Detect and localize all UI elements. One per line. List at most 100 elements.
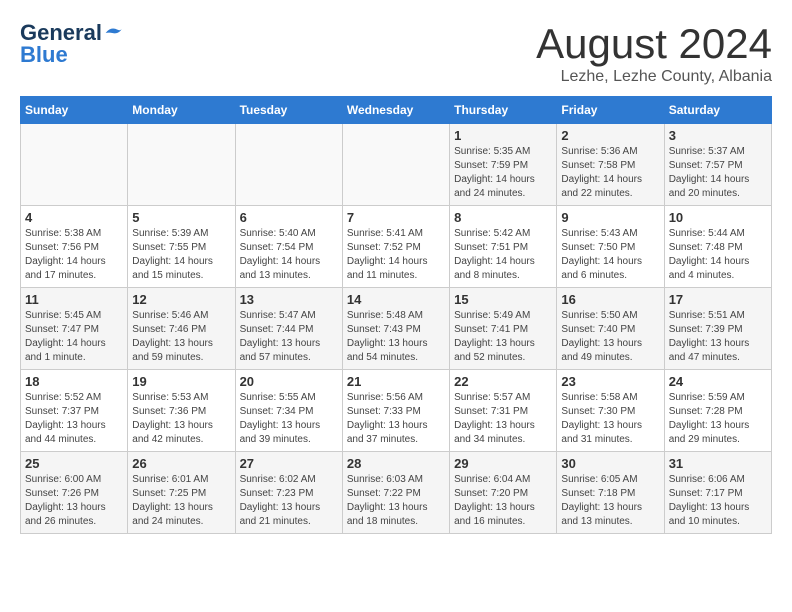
col-header-wednesday: Wednesday [342,97,449,124]
day-info: Sunrise: 5:59 AM Sunset: 7:28 PM Dayligh… [669,391,767,447]
day-info: Sunrise: 5:42 AM Sunset: 7:51 PM Dayligh… [454,227,552,283]
day-number: 23 [561,374,659,389]
calendar-cell [235,124,342,206]
day-number: 16 [561,292,659,307]
calendar-cell: 31 Sunrise: 6:06 AM Sunset: 7:17 PM Dayli… [664,452,771,534]
calendar-cell: 17 Sunrise: 5:51 AM Sunset: 7:39 PM Dayli… [664,288,771,370]
calendar-cell: 9Sunrise: 5:43 AM Sunset: 7:50 PM Daylig… [557,206,664,288]
col-header-tuesday: Tuesday [235,97,342,124]
col-header-sunday: Sunday [21,97,128,124]
page-header: General Blue August 2024 Lezhe, Lezhe Co… [20,20,772,86]
calendar-cell: 24 Sunrise: 5:59 AM Sunset: 7:28 PM Dayli… [664,370,771,452]
title-area: August 2024 Lezhe, Lezhe County, Albania [536,20,772,86]
logo-bird-icon [104,23,124,43]
day-number: 18 [25,374,123,389]
day-info: Sunrise: 5:43 AM Sunset: 7:50 PM Dayligh… [561,227,659,283]
day-number: 24 [669,374,767,389]
day-info: Sunrise: 6:06 AM Sunset: 7:17 PM Dayligh… [669,473,767,529]
calendar-cell: 26 Sunrise: 6:01 AM Sunset: 7:25 PM Dayli… [128,452,235,534]
day-info: Sunrise: 5:52 AM Sunset: 7:37 PM Dayligh… [25,391,123,447]
day-info: Sunrise: 5:50 AM Sunset: 7:40 PM Dayligh… [561,309,659,365]
day-info: Sunrise: 5:37 AM Sunset: 7:57 PM Dayligh… [669,145,767,201]
day-info: Sunrise: 5:56 AM Sunset: 7:33 PM Dayligh… [347,391,445,447]
calendar-cell: 12Sunrise: 5:46 AM Sunset: 7:46 PM Dayli… [128,288,235,370]
location-subtitle: Lezhe, Lezhe County, Albania [536,68,772,86]
day-info: Sunrise: 5:48 AM Sunset: 7:43 PM Dayligh… [347,309,445,365]
day-info: Sunrise: 5:38 AM Sunset: 7:56 PM Dayligh… [25,227,123,283]
day-number: 29 [454,456,552,471]
day-number: 25 [25,456,123,471]
calendar-cell: 5 Sunrise: 5:39 AM Sunset: 7:55 PM Daylig… [128,206,235,288]
day-number: 19 [132,374,230,389]
day-number: 3 [669,128,767,143]
day-number: 13 [240,292,338,307]
calendar-week-row: 11 Sunrise: 5:45 AM Sunset: 7:47 PM Dayli… [21,288,772,370]
calendar-cell: 3 Sunrise: 5:37 AM Sunset: 7:57 PM Daylig… [664,124,771,206]
calendar-cell: 10 Sunrise: 5:44 AM Sunset: 7:48 PM Dayli… [664,206,771,288]
calendar-week-row: 4 Sunrise: 5:38 AM Sunset: 7:56 PM Daylig… [21,206,772,288]
calendar-cell: 1 Sunrise: 5:35 AM Sunset: 7:59 PM Daylig… [450,124,557,206]
calendar-cell [128,124,235,206]
calendar-week-row: 25 Sunrise: 6:00 AM Sunset: 7:26 PM Dayli… [21,452,772,534]
day-number: 20 [240,374,338,389]
col-header-monday: Monday [128,97,235,124]
day-number: 17 [669,292,767,307]
day-info: Sunrise: 6:04 AM Sunset: 7:20 PM Dayligh… [454,473,552,529]
day-number: 12 [132,292,230,307]
day-number: 28 [347,456,445,471]
calendar-cell: 28Sunrise: 6:03 AM Sunset: 7:22 PM Dayli… [342,452,449,534]
day-info: Sunrise: 5:47 AM Sunset: 7:44 PM Dayligh… [240,309,338,365]
calendar-cell: 30 Sunrise: 6:05 AM Sunset: 7:18 PM Dayli… [557,452,664,534]
day-number: 5 [132,210,230,225]
calendar-header-row: SundayMondayTuesdayWednesdayThursdayFrid… [21,97,772,124]
day-info: Sunrise: 5:41 AM Sunset: 7:52 PM Dayligh… [347,227,445,283]
day-info: Sunrise: 5:45 AM Sunset: 7:47 PM Dayligh… [25,309,123,365]
col-header-friday: Friday [557,97,664,124]
day-info: Sunrise: 5:53 AM Sunset: 7:36 PM Dayligh… [132,391,230,447]
day-info: Sunrise: 5:39 AM Sunset: 7:55 PM Dayligh… [132,227,230,283]
day-number: 6 [240,210,338,225]
day-info: Sunrise: 5:40 AM Sunset: 7:54 PM Dayligh… [240,227,338,283]
calendar-cell: 20 Sunrise: 5:55 AM Sunset: 7:34 PM Dayli… [235,370,342,452]
calendar-week-row: 1 Sunrise: 5:35 AM Sunset: 7:59 PM Daylig… [21,124,772,206]
day-number: 1 [454,128,552,143]
month-title: August 2024 [536,20,772,68]
day-number: 31 [669,456,767,471]
day-info: Sunrise: 5:57 AM Sunset: 7:31 PM Dayligh… [454,391,552,447]
day-info: Sunrise: 5:51 AM Sunset: 7:39 PM Dayligh… [669,309,767,365]
day-number: 4 [25,210,123,225]
calendar-cell: 15 Sunrise: 5:49 AM Sunset: 7:41 PM Dayli… [450,288,557,370]
calendar-cell: 13 Sunrise: 5:47 AM Sunset: 7:44 PM Dayli… [235,288,342,370]
calendar-cell: 14Sunrise: 5:48 AM Sunset: 7:43 PM Dayli… [342,288,449,370]
day-number: 10 [669,210,767,225]
day-number: 15 [454,292,552,307]
calendar-cell: 27 Sunrise: 6:02 AM Sunset: 7:23 PM Dayli… [235,452,342,534]
day-info: Sunrise: 6:01 AM Sunset: 7:25 PM Dayligh… [132,473,230,529]
day-number: 7 [347,210,445,225]
day-info: Sunrise: 6:02 AM Sunset: 7:23 PM Dayligh… [240,473,338,529]
calendar-cell: 29 Sunrise: 6:04 AM Sunset: 7:20 PM Dayli… [450,452,557,534]
calendar-cell: 4 Sunrise: 5:38 AM Sunset: 7:56 PM Daylig… [21,206,128,288]
calendar-week-row: 18 Sunrise: 5:52 AM Sunset: 7:37 PM Dayli… [21,370,772,452]
logo-blue-text: Blue [20,42,68,67]
calendar-cell: 19 Sunrise: 5:53 AM Sunset: 7:36 PM Dayli… [128,370,235,452]
day-info: Sunrise: 6:00 AM Sunset: 7:26 PM Dayligh… [25,473,123,529]
day-info: Sunrise: 5:44 AM Sunset: 7:48 PM Dayligh… [669,227,767,283]
calendar-cell [21,124,128,206]
calendar-cell: 25 Sunrise: 6:00 AM Sunset: 7:26 PM Dayli… [21,452,128,534]
day-number: 27 [240,456,338,471]
day-number: 26 [132,456,230,471]
day-info: Sunrise: 5:49 AM Sunset: 7:41 PM Dayligh… [454,309,552,365]
day-info: Sunrise: 5:58 AM Sunset: 7:30 PM Dayligh… [561,391,659,447]
day-number: 11 [25,292,123,307]
day-info: Sunrise: 5:55 AM Sunset: 7:34 PM Dayligh… [240,391,338,447]
day-info: Sunrise: 5:35 AM Sunset: 7:59 PM Dayligh… [454,145,552,201]
calendar-cell: 11 Sunrise: 5:45 AM Sunset: 7:47 PM Dayli… [21,288,128,370]
day-info: Sunrise: 6:05 AM Sunset: 7:18 PM Dayligh… [561,473,659,529]
calendar-cell: 6 Sunrise: 5:40 AM Sunset: 7:54 PM Daylig… [235,206,342,288]
calendar-cell: 21Sunrise: 5:56 AM Sunset: 7:33 PM Dayli… [342,370,449,452]
day-number: 8 [454,210,552,225]
calendar-table: SundayMondayTuesdayWednesdayThursdayFrid… [20,96,772,534]
calendar-cell: 16 Sunrise: 5:50 AM Sunset: 7:40 PM Dayli… [557,288,664,370]
day-number: 30 [561,456,659,471]
